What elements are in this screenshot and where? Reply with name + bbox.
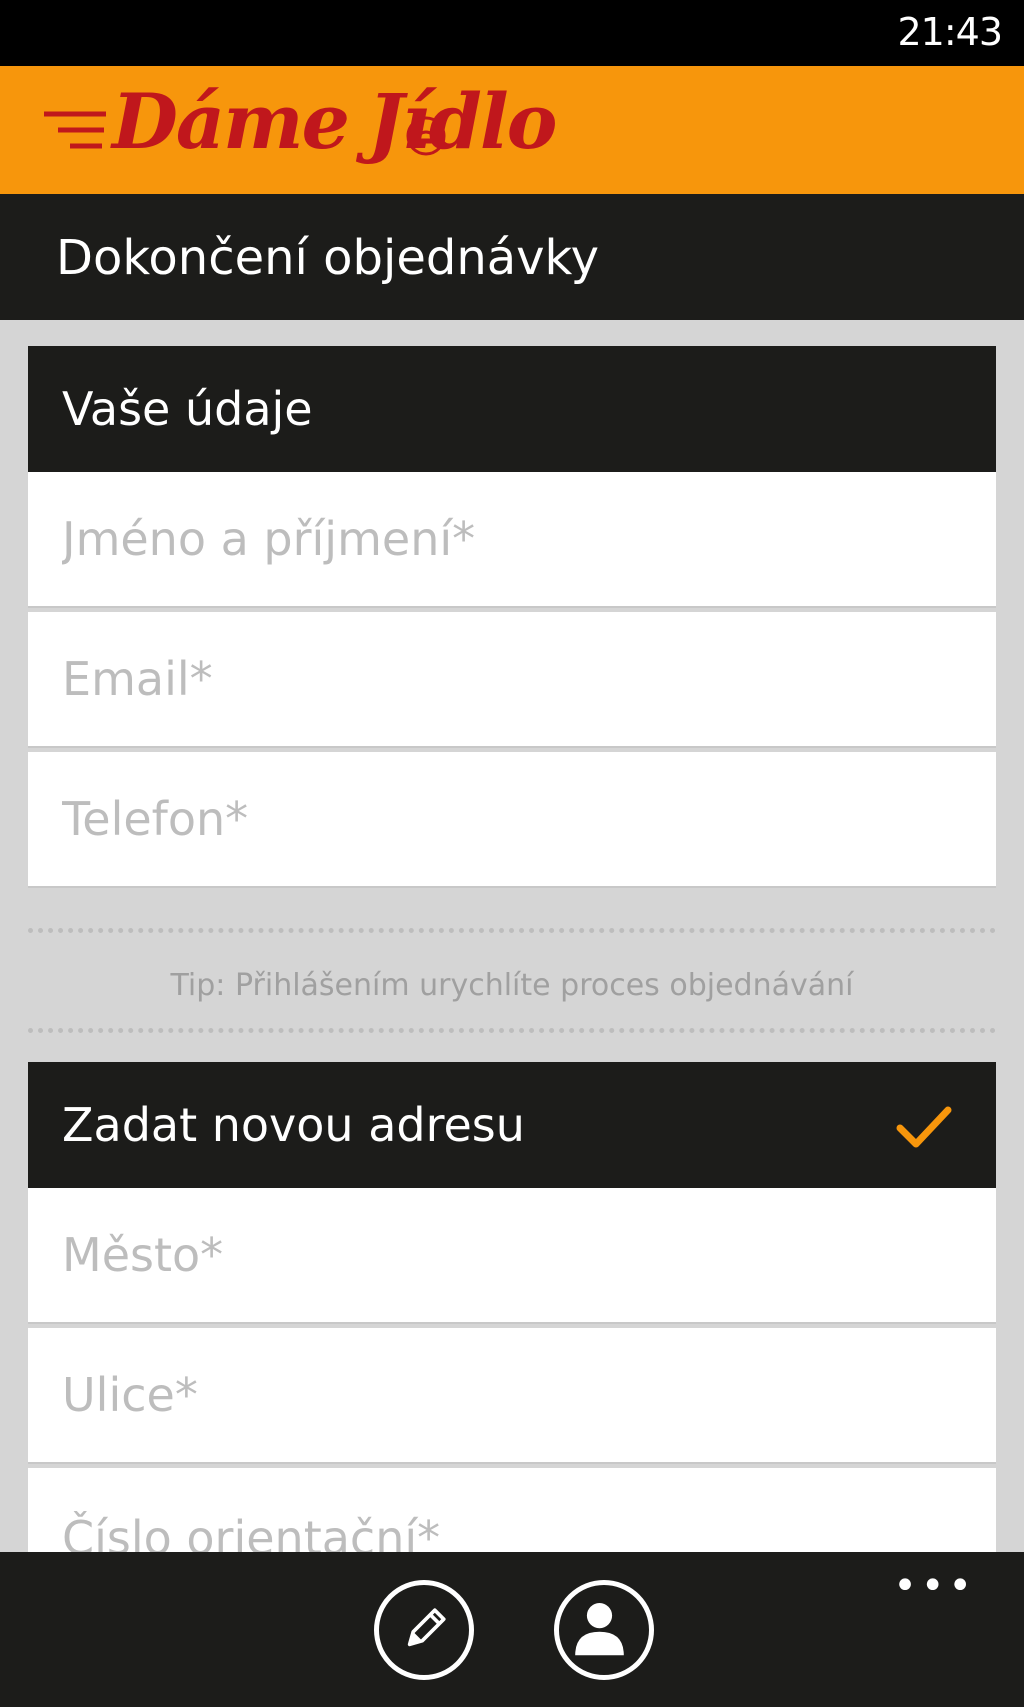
logo-speed-lines-icon xyxy=(44,111,106,149)
page-header: Dokončení objednávky xyxy=(0,194,1024,320)
check-icon xyxy=(896,1106,952,1148)
brand-logo: Dáme Jídlo xyxy=(112,84,557,160)
name-field-container xyxy=(28,472,996,608)
edit-button[interactable] xyxy=(374,1580,474,1680)
divider-bottom xyxy=(28,1028,996,1033)
brand-bar: Dáme Jídlo xyxy=(0,66,1024,194)
personal-section-title: Vaše údaje xyxy=(62,382,313,436)
app-bar: ••• xyxy=(0,1552,1024,1707)
email-field-container xyxy=(28,612,996,748)
user-icon xyxy=(575,1603,624,1656)
new-address-option[interactable]: Zadat novou adresu xyxy=(28,1062,996,1188)
city-input[interactable] xyxy=(28,1188,996,1322)
pencil-icon xyxy=(407,1608,446,1647)
page-title: Dokončení objednávky xyxy=(56,230,600,286)
account-button[interactable] xyxy=(554,1580,654,1680)
more-options-button[interactable]: ••• xyxy=(893,1566,976,1606)
email-input[interactable] xyxy=(28,612,996,746)
login-tip: Tip: Přihlášením urychlíte proces objedn… xyxy=(170,968,854,1003)
status-time: 21:43 xyxy=(897,10,1003,54)
personal-section-header: Vaše údaje xyxy=(28,346,996,472)
new-address-title: Zadat novou adresu xyxy=(62,1098,525,1152)
logo-word-dame: Dáme xyxy=(112,77,350,166)
street-field-container xyxy=(28,1328,996,1464)
name-input[interactable] xyxy=(28,472,996,606)
status-bar: 21:43 xyxy=(0,0,1024,66)
logo-word-jidlo: Jídlo xyxy=(367,77,558,166)
divider-top xyxy=(28,928,996,933)
phone-field-container xyxy=(28,752,996,888)
phone-input[interactable] xyxy=(28,752,996,886)
logo-cloche-icon xyxy=(406,116,446,156)
city-field-container xyxy=(28,1188,996,1324)
street-input[interactable] xyxy=(28,1328,996,1462)
